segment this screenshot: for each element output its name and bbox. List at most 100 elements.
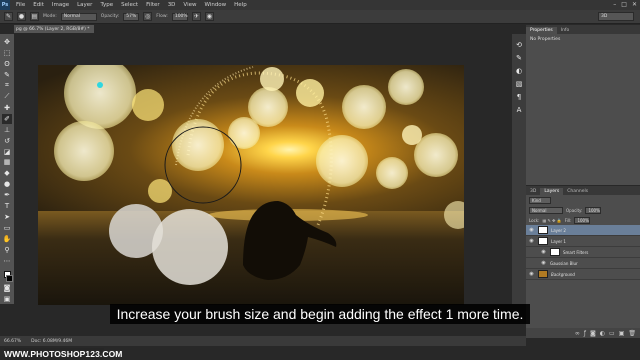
eyedropper-tool-icon[interactable]: ⟋ [2, 92, 12, 102]
paragraph-panel-icon[interactable]: ¶ [515, 92, 524, 101]
pressure-size-icon[interactable]: ◉ [204, 12, 214, 21]
healing-tool-icon[interactable]: ✚ [2, 103, 12, 113]
adjustments-panel-icon[interactable]: ◐ [515, 66, 524, 75]
marquee-tool-icon[interactable]: ⬚ [2, 48, 12, 58]
blur-tool-icon[interactable]: ◆ [2, 168, 12, 178]
visibility-eye-icon[interactable]: ◉ [528, 238, 535, 245]
type-tool-icon[interactable]: T [2, 201, 12, 211]
layer-name[interactable]: Background [551, 272, 575, 277]
layer-name[interactable]: Smart Filters [563, 250, 588, 255]
layer-opacity-field[interactable]: 100% [585, 206, 602, 214]
layer-thumbnail [538, 237, 548, 245]
menu-select[interactable]: Select [121, 2, 138, 8]
brush-panel-icon[interactable]: ▤ [30, 12, 39, 21]
menu-file[interactable]: File [16, 2, 25, 8]
tab-3d[interactable]: 3D [526, 188, 540, 195]
link-layers-icon[interactable]: ∞ [575, 330, 580, 337]
layer-name[interactable]: Layer 2 [551, 228, 566, 233]
document-canvas[interactable] [38, 65, 464, 305]
layer-row[interactable]: ◉ Smart Filters [526, 247, 640, 258]
eraser-tool-icon[interactable]: ◪ [2, 147, 12, 157]
close-icon[interactable]: ✕ [632, 1, 637, 8]
visibility-eye-icon[interactable]: ◉ [540, 260, 547, 267]
kind-filter-select[interactable]: Kind [529, 196, 551, 204]
lock-label: Lock: [529, 217, 540, 223]
dodge-tool-icon[interactable]: ● [2, 179, 12, 189]
add-mask-icon[interactable]: ◙ [590, 330, 596, 337]
blend-mode-select[interactable]: Normal [529, 206, 563, 214]
canvas-area[interactable] [14, 34, 512, 336]
gradient-tool-icon[interactable]: ▦ [2, 157, 12, 167]
brush-panel-icon[interactable]: ✎ [515, 53, 524, 62]
pressure-opacity-icon[interactable]: ◎ [143, 12, 153, 21]
styles-panel-icon[interactable]: ▧ [515, 79, 524, 88]
flow-field[interactable]: 100% [171, 12, 188, 21]
menu-edit[interactable]: Edit [33, 2, 44, 8]
screen-mode-icon[interactable]: ▣ [2, 294, 12, 304]
character-panel-icon[interactable]: A [515, 105, 524, 114]
clone-stamp-tool-icon[interactable]: ⊥ [2, 125, 12, 135]
layer-row[interactable]: ◉ Layer 2 [526, 225, 640, 236]
menu-window[interactable]: Window [204, 2, 226, 8]
tab-info[interactable]: Info [557, 27, 574, 34]
tab-properties[interactable]: Properties [526, 27, 557, 34]
layer-name[interactable]: Layer 1 [551, 239, 566, 244]
minimize-icon[interactable]: – [613, 1, 616, 8]
quick-select-tool-icon[interactable]: ✎ [2, 70, 12, 80]
menu-filter[interactable]: Filter [146, 2, 160, 8]
tab-channels[interactable]: Channels [563, 188, 592, 195]
menu-help[interactable]: Help [234, 2, 247, 8]
quick-mask-icon[interactable]: ◙ [2, 283, 12, 293]
fill-field[interactable]: 100% [574, 216, 591, 224]
pen-tool-icon[interactable]: ✒ [2, 190, 12, 200]
properties-tabs: Properties Info [526, 25, 640, 34]
zoom-level[interactable]: 66.67% [4, 339, 21, 344]
airbrush-icon[interactable]: ✈ [191, 12, 201, 21]
menu-3d[interactable]: 3D [168, 2, 176, 8]
lock-icons[interactable]: ▦ ✎ ✥ 🔒 [542, 218, 561, 223]
brush-size-icon[interactable]: ● [17, 12, 26, 21]
brush-preset-icon[interactable]: ✎ [4, 12, 13, 21]
mode-label: Mode: [43, 14, 57, 19]
layer-style-icon[interactable]: ƒ [584, 330, 586, 337]
layer-row[interactable]: ◉ Gaussian Blur [526, 258, 640, 269]
path-select-tool-icon[interactable]: ➤ [2, 212, 12, 222]
background-color-swatch[interactable] [6, 275, 13, 282]
layer-name[interactable]: Gaussian Blur [550, 261, 578, 266]
history-panel-icon[interactable]: ⟲ [515, 40, 524, 49]
layers-tabs: 3D Layers Channels [526, 186, 640, 195]
new-layer-icon[interactable]: ▣ [619, 330, 625, 337]
workspace-select[interactable]: 3D [598, 12, 634, 21]
menu-layer[interactable]: Layer [77, 2, 92, 8]
adjustment-layer-icon[interactable]: ◐ [600, 330, 605, 337]
zoom-tool-icon[interactable]: ⚲ [2, 245, 12, 255]
history-brush-tool-icon[interactable]: ↺ [2, 136, 12, 146]
shape-tool-icon[interactable]: ▭ [2, 223, 12, 233]
move-tool-icon[interactable]: ✥ [2, 37, 12, 47]
brush-tool-icon[interactable]: ✐ [2, 113, 12, 124]
crop-tool-icon[interactable]: ⌗ [2, 81, 12, 91]
layer-opacity-label: Opacity: [566, 207, 583, 213]
smart-filter-thumbnail [550, 248, 560, 256]
maximize-icon[interactable]: □ [621, 1, 627, 8]
lasso-tool-icon[interactable]: ʘ [2, 59, 12, 69]
visibility-eye-icon[interactable]: ◉ [540, 249, 547, 256]
visibility-eye-icon[interactable]: ◉ [528, 227, 535, 234]
tools-panel: ✥ ⬚ ʘ ✎ ⌗ ⟋ ✚ ✐ ⊥ ↺ ◪ ▦ ◆ ● ✒ T ➤ ▭ ✋ ⚲ … [0, 34, 14, 304]
layer-row[interactable]: ◉ Layer 1 [526, 236, 640, 247]
document-tab[interactable]: pg @ 66.7% (Layer 2, RGB/8#) * [14, 25, 94, 33]
delete-layer-icon[interactable]: 🗑 [628, 330, 636, 337]
window-controls: – □ ✕ [613, 1, 637, 8]
tab-layers[interactable]: Layers [540, 188, 564, 195]
more-tools-icon[interactable]: ⋯ [2, 256, 12, 266]
opacity-field[interactable]: 57% [123, 12, 140, 21]
mode-select[interactable]: Normal [60, 12, 97, 21]
hand-tool-icon[interactable]: ✋ [2, 234, 12, 244]
menu-bar: Ps File Edit Image Layer Type Select Fil… [0, 0, 640, 10]
menu-type[interactable]: Type [100, 2, 113, 8]
new-group-icon[interactable]: ▭ [609, 330, 615, 337]
menu-image[interactable]: Image [52, 2, 69, 8]
layer-row[interactable]: ◉ Background [526, 269, 640, 280]
visibility-eye-icon[interactable]: ◉ [528, 271, 535, 278]
menu-view[interactable]: View [183, 2, 196, 8]
